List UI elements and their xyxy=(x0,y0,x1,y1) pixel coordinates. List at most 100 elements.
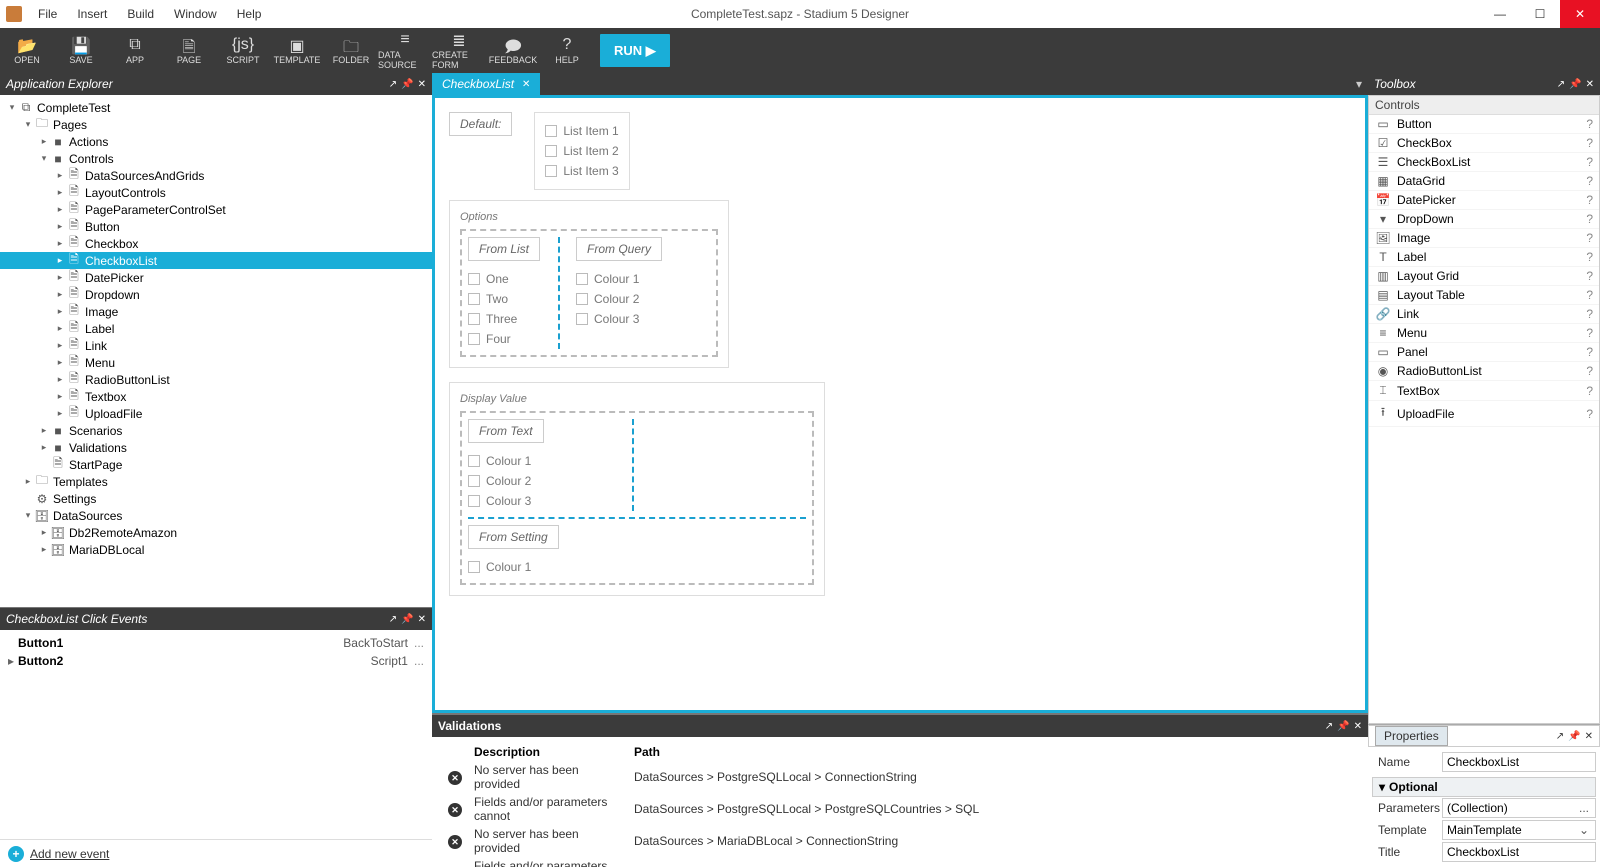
toolbox-help-icon[interactable]: ? xyxy=(1586,364,1593,378)
toolbox-item-layout-grid[interactable]: ▥Layout Grid? xyxy=(1369,267,1599,286)
toolbar-createform[interactable]: ≣CREATE FORM xyxy=(432,28,486,73)
expander-icon[interactable]: ▸ xyxy=(38,544,50,555)
tree-item-db2remoteamazon[interactable]: ▸🗄Db2RemoteAmazon xyxy=(0,524,432,541)
toolbox-popout-icon[interactable]: ↗ xyxy=(1557,79,1565,90)
menu-help[interactable]: Help xyxy=(227,7,272,21)
expander-icon[interactable]: ▸ xyxy=(38,425,50,436)
tree-item-button[interactable]: ▸🗎Button xyxy=(0,218,432,235)
explorer-pin-icon[interactable]: 📌 xyxy=(401,79,413,90)
toolbox-help-icon[interactable]: ? xyxy=(1586,174,1593,188)
from-setting-items[interactable]: Colour 1 xyxy=(468,557,806,577)
validation-row[interactable]: ✕Fields and/or parameters cannotDataSour… xyxy=(442,793,1358,825)
toolbox-item-radiobuttonlist[interactable]: ◉RadioButtonList? xyxy=(1369,362,1599,381)
menu-build[interactable]: Build xyxy=(117,7,164,21)
tree-item-checkbox[interactable]: ▸🗎Checkbox xyxy=(0,235,432,252)
expander-icon[interactable]: ▸ xyxy=(22,476,34,487)
checkbox-item[interactable]: Colour 3 xyxy=(576,309,670,329)
tree-item-image[interactable]: ▸🗎Image xyxy=(0,303,432,320)
expander-icon[interactable]: ▸ xyxy=(54,187,66,198)
toolbar-datasource[interactable]: ≡DATA SOURCE xyxy=(378,28,432,73)
checkbox-icon[interactable] xyxy=(576,273,588,285)
toolbox-close-icon[interactable]: ✕ xyxy=(1586,79,1594,90)
expander-icon[interactable]: ▸ xyxy=(54,238,66,249)
toolbar-save[interactable]: 💾SAVE xyxy=(54,28,108,73)
expander-icon[interactable]: ▸ xyxy=(54,391,66,402)
toolbox-help-icon[interactable]: ? xyxy=(1586,326,1593,340)
events-pin-icon[interactable]: 📌 xyxy=(401,614,413,625)
minimize-button[interactable]: — xyxy=(1480,0,1520,28)
checkbox-item[interactable]: List Item 3 xyxy=(545,161,618,181)
prop-template-select[interactable]: MainTemplate ⌄ xyxy=(1442,820,1596,840)
tree-item-settings[interactable]: ⚙Settings xyxy=(0,490,432,507)
tree-item-datasources[interactable]: ▾🗄DataSources xyxy=(0,507,432,524)
expander-icon[interactable]: ▾ xyxy=(38,153,50,164)
validations-pin-icon[interactable]: 📌 xyxy=(1337,721,1349,732)
from-text-items[interactable]: Colour 1Colour 2Colour 3 xyxy=(468,451,552,511)
toolbox-help-icon[interactable]: ? xyxy=(1586,117,1593,131)
checkbox-icon[interactable] xyxy=(545,125,557,137)
toolbox-item-dropdown[interactable]: ▾DropDown? xyxy=(1369,210,1599,229)
event-dots[interactable]: ... xyxy=(414,636,424,650)
tree-item-startpage[interactable]: 🗎StartPage xyxy=(0,456,432,473)
checkbox-item[interactable]: Colour 2 xyxy=(468,471,552,491)
expander-icon[interactable]: ▸ xyxy=(54,306,66,317)
prop-name-input[interactable]: CheckboxList xyxy=(1442,752,1596,772)
expander-icon[interactable]: ▸ xyxy=(38,442,50,453)
tree-item-scenarios[interactable]: ▸■Scenarios xyxy=(0,422,432,439)
from-query-items[interactable]: Colour 1Colour 2Colour 3 xyxy=(576,269,670,329)
expander-icon[interactable]: ▸ xyxy=(54,408,66,419)
tree-item-datasourcesandgrids[interactable]: ▸🗎DataSourcesAndGrids xyxy=(0,167,432,184)
expander-icon[interactable]: ▸ xyxy=(54,374,66,385)
explorer-popout-icon[interactable]: ↗ xyxy=(389,79,397,90)
properties-pin-icon[interactable]: 📌 xyxy=(1568,731,1580,742)
checkbox-item[interactable]: Colour 2 xyxy=(576,289,670,309)
expander-icon[interactable]: ▸ xyxy=(38,527,50,538)
toolbox-help-icon[interactable]: ? xyxy=(1586,269,1593,283)
toolbox-pin-icon[interactable]: 📌 xyxy=(1569,79,1581,90)
checkbox-icon[interactable] xyxy=(468,495,480,507)
from-list-items[interactable]: OneTwoThreeFour xyxy=(468,269,548,349)
checkbox-icon[interactable] xyxy=(576,293,588,305)
tree-item-menu[interactable]: ▸🗎Menu xyxy=(0,354,432,371)
validation-row[interactable]: ✕No server has been providedDataSources … xyxy=(442,825,1358,857)
checkbox-icon[interactable] xyxy=(468,455,480,467)
toolbox-help-icon[interactable]: ? xyxy=(1586,345,1593,359)
toolbar-folder[interactable]: 🗀FOLDER xyxy=(324,28,378,73)
menu-window[interactable]: Window xyxy=(164,7,227,21)
expander-icon[interactable]: ▸ xyxy=(54,289,66,300)
add-event-link[interactable]: Add new event xyxy=(30,847,109,861)
prop-params-value[interactable]: (Collection) ... xyxy=(1442,798,1596,818)
expander-icon[interactable]: ▸ xyxy=(54,323,66,334)
checkbox-item[interactable]: List Item 2 xyxy=(545,141,618,161)
checkbox-icon[interactable] xyxy=(468,561,480,573)
toolbox-item-checkbox[interactable]: ☑CheckBox? xyxy=(1369,134,1599,153)
toolbox-help-icon[interactable]: ? xyxy=(1586,136,1593,150)
toolbox-help-icon[interactable]: ? xyxy=(1586,231,1593,245)
event-dots[interactable]: ... xyxy=(414,654,424,668)
tree-item-controls[interactable]: ▾■Controls xyxy=(0,150,432,167)
toolbar-app[interactable]: ⧉APP xyxy=(108,28,162,73)
chevron-down-icon[interactable]: ⌄ xyxy=(1577,823,1591,837)
validations-close-icon[interactable]: ✕ xyxy=(1354,721,1362,732)
toolbox-help-icon[interactable]: ? xyxy=(1586,407,1593,421)
toolbar-open[interactable]: 📂OPEN xyxy=(0,28,54,73)
prop-optional-category[interactable]: ▾ Optional xyxy=(1372,777,1596,797)
checkbox-item[interactable]: Colour 3 xyxy=(468,491,552,511)
tab-close-icon[interactable]: ✕ xyxy=(522,79,530,90)
toolbox-item-layout-table[interactable]: ▤Layout Table? xyxy=(1369,286,1599,305)
tabs-dropdown-icon[interactable]: ▾ xyxy=(1350,73,1368,95)
event-row[interactable]: Button1BackToStart... xyxy=(8,634,424,652)
checkbox-icon[interactable] xyxy=(545,145,557,157)
events-close-icon[interactable]: ✕ xyxy=(418,614,426,625)
toolbox-help-icon[interactable]: ? xyxy=(1586,288,1593,302)
checkbox-item[interactable]: Colour 1 xyxy=(468,451,552,471)
checkbox-icon[interactable] xyxy=(576,313,588,325)
events-popout-icon[interactable]: ↗ xyxy=(389,614,397,625)
checkbox-icon[interactable] xyxy=(545,165,557,177)
toolbox-help-icon[interactable]: ? xyxy=(1586,384,1593,398)
explorer-tree[interactable]: ▾⧉CompleteTest▾🗀Pages▸■Actions▾■Controls… xyxy=(0,95,432,607)
checkbox-item[interactable]: Four xyxy=(468,329,548,349)
tree-item-datepicker[interactable]: ▸🗎DatePicker xyxy=(0,269,432,286)
properties-popout-icon[interactable]: ↗ xyxy=(1556,731,1564,742)
toolbox-item-link[interactable]: 🔗Link? xyxy=(1369,305,1599,324)
